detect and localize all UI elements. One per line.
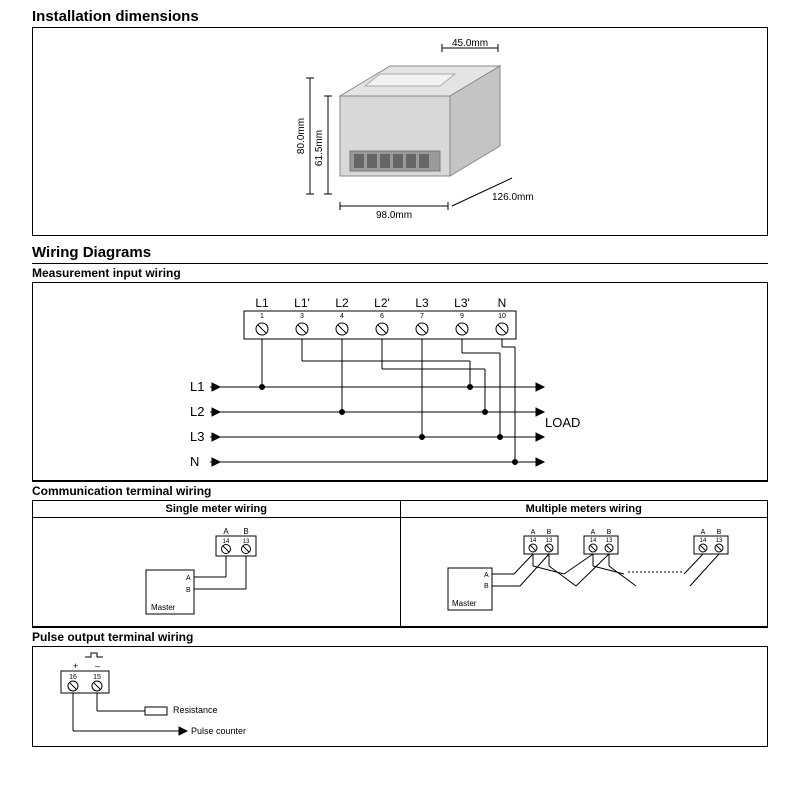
svg-text:+: + (73, 661, 78, 671)
load-label: LOAD (545, 415, 580, 430)
install-header: Installation dimensions (32, 4, 768, 28)
svg-text:Master: Master (452, 599, 477, 608)
svg-text:L3': L3' (454, 296, 470, 310)
svg-text:7: 7 (420, 313, 424, 320)
measurement-diagram: L1 L1' L2 L2' L3 L3' N 1 3 4 6 7 (32, 283, 768, 481)
install-diagram: 45.0mm 80.0mm 61.5mm (32, 28, 768, 236)
svg-text:B: B (716, 529, 721, 536)
svg-text:A: A (700, 529, 705, 536)
svg-text:14: 14 (589, 538, 596, 544)
dim-bottom-left: 98.0mm (376, 210, 412, 221)
multiple-title: Multiple meters wiring (401, 501, 768, 518)
svg-text:A: A (484, 572, 489, 579)
svg-text:Master: Master (151, 603, 176, 612)
svg-text:14: 14 (529, 538, 536, 544)
svg-text:15: 15 (93, 674, 101, 681)
measurement-header: Measurement input wiring (32, 264, 768, 283)
svg-text:16: 16 (69, 674, 77, 681)
svg-text:13: 13 (715, 538, 722, 544)
dim-top: 45.0mm (452, 38, 488, 49)
svg-text:L1': L1' (294, 296, 310, 310)
pulse-diagram: + – 16 15 Resistance Pulse co (32, 647, 768, 747)
svg-text:A: A (530, 529, 535, 536)
svg-text:13: 13 (545, 538, 552, 544)
svg-text:A: A (590, 529, 595, 536)
dim-left-outer: 80.0mm (296, 117, 307, 153)
svg-text:9: 9 (460, 313, 464, 320)
svg-text:L1: L1 (190, 379, 204, 394)
svg-text:13: 13 (605, 538, 612, 544)
svg-text:4: 4 (340, 313, 344, 320)
svg-text:L3: L3 (415, 296, 429, 310)
svg-text:B: B (244, 527, 249, 536)
single-title: Single meter wiring (33, 501, 400, 518)
svg-text:L2: L2 (335, 296, 349, 310)
svg-text:Resistance: Resistance (173, 705, 218, 715)
svg-text:B: B (484, 583, 489, 590)
svg-text:Pulse counter: Pulse counter (191, 726, 246, 736)
svg-text:A: A (224, 527, 230, 536)
dim-left-inner: 61.5mm (314, 129, 325, 165)
svg-text:B: B (546, 529, 551, 536)
svg-text:B: B (606, 529, 611, 536)
svg-text:10: 10 (498, 313, 506, 320)
svg-text:N: N (190, 454, 199, 469)
comm-header: Communication terminal wiring (32, 481, 768, 501)
svg-text:–: – (95, 661, 100, 671)
svg-text:L1: L1 (255, 296, 269, 310)
svg-text:B: B (186, 587, 191, 594)
svg-text:A: A (186, 575, 191, 582)
svg-text:L2: L2 (190, 404, 204, 419)
svg-text:L3: L3 (190, 429, 204, 444)
comm-diagrams: Single meter wiring A B 14 13 (32, 501, 768, 627)
wiring-header: Wiring Diagrams (32, 240, 768, 264)
svg-text:14: 14 (699, 538, 706, 544)
svg-text:1: 1 (260, 313, 264, 320)
pulse-header: Pulse output terminal wiring (32, 627, 768, 647)
svg-text:3: 3 (300, 313, 304, 320)
dim-bottom-right: 126.0mm (492, 192, 534, 203)
svg-text:N: N (498, 296, 507, 310)
svg-text:L2': L2' (374, 296, 390, 310)
svg-text:6: 6 (380, 313, 384, 320)
